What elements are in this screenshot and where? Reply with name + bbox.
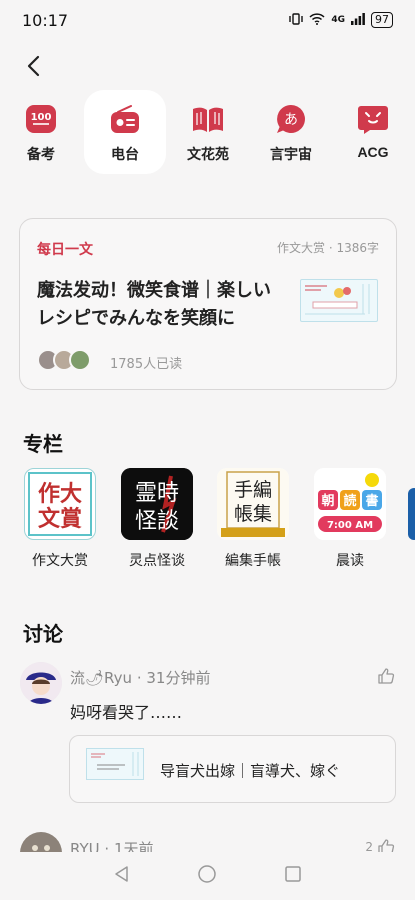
article-meta: 作文大赏 · 1386字	[277, 241, 379, 255]
status-bar: 10:17 4G 97	[0, 0, 415, 40]
column-cover: 作大 文賞	[24, 468, 96, 540]
linked-article-title: 导盲犬出嫁｜盲導犬、嫁ぐ	[160, 762, 341, 780]
column-item[interactable]: 作大 文賞 作文大赏	[15, 468, 105, 570]
linked-article-thumbnail	[86, 748, 144, 780]
svg-text:100: 100	[31, 112, 52, 123]
comment-time: 31分钟前	[146, 669, 211, 687]
nav-home-icon[interactable]	[197, 864, 217, 888]
svg-text:作大: 作大	[38, 481, 82, 507]
category-label: 电台	[111, 146, 139, 162]
status-icons: 4G 97	[289, 12, 393, 28]
column-label: 灵点怪谈	[129, 553, 185, 569]
svg-text:怪談: 怪談	[135, 509, 179, 534]
nav-back-icon[interactable]	[113, 865, 131, 887]
svg-text:霊時: 霊時	[135, 481, 179, 506]
thumbs-up-icon	[378, 668, 395, 684]
article-title: 魔法发动！微笑食谱｜楽しいレシピでみんなを笑顔に	[37, 280, 271, 329]
avatar	[69, 349, 91, 371]
linked-article-card[interactable]: 导盲犬出嫁｜盲導犬、嫁ぐ	[69, 735, 396, 803]
like-button[interactable]	[377, 667, 395, 685]
column-item[interactable]: 朝読書 7:00 AM 晨读	[305, 468, 395, 570]
category-beikao[interactable]: 100 备考	[0, 90, 82, 174]
column-cover: 手編 帳集	[217, 468, 289, 540]
column-cover: 霊時 怪談	[121, 468, 193, 540]
svg-text:文賞: 文賞	[38, 506, 82, 532]
avatar[interactable]	[20, 662, 62, 704]
category-label: 备考	[27, 146, 55, 162]
columns-section-title: 专栏	[23, 432, 63, 456]
svg-text:あ: あ	[284, 112, 298, 128]
daily-tag: 每日一文	[37, 242, 93, 258]
comment-author-line: 流🌶Ryu · 31分钟前	[70, 669, 211, 687]
radio-icon	[108, 102, 142, 136]
reader-avatars	[37, 349, 91, 371]
chevron-left-icon	[27, 55, 40, 77]
column-item[interactable]: 霊時 怪談 灵点怪谈	[112, 468, 202, 570]
network-label: 4G	[331, 15, 345, 25]
columns-row: 作大 文賞 作文大赏 霊時怪談 灵点怪谈 手編 帳集 編集手帳 朝読書 7:00 AM…	[0, 468, 415, 578]
category-label: 文花苑	[187, 146, 229, 162]
battery-indicator: 97	[371, 12, 393, 28]
svg-text:帳集: 帳集	[234, 503, 272, 525]
category-diantai[interactable]: 电台	[84, 90, 166, 174]
category-row: 100 备考 电台 文花苑 あ 言宇宙 ACG	[0, 90, 415, 174]
daily-article-card[interactable]: 每日一文 作文大赏 · 1386字 魔法发动！微笑食谱｜楽しいレシピでみんなを笑…	[19, 218, 397, 390]
svg-text:書: 書	[365, 493, 378, 509]
category-acg[interactable]: ACG	[332, 90, 414, 174]
column-cover: 朝読書 7:00 AM	[314, 468, 386, 540]
column-label: 晨读	[336, 553, 364, 569]
comment-text: 妈呀看哭了……	[70, 703, 183, 722]
reader-count: 1785人已读	[110, 357, 183, 372]
vibrate-icon	[289, 12, 304, 28]
column-label: 作文大赏	[32, 553, 88, 569]
signal-icon	[351, 12, 365, 28]
column-item[interactable]: 手編 帳集 編集手帳	[208, 468, 298, 570]
category-label: 言宇宙	[270, 146, 312, 162]
score-100-icon: 100	[24, 102, 58, 136]
article-thumbnail	[300, 279, 378, 322]
category-label: ACG	[357, 144, 389, 160]
comment-author[interactable]: 流🌶Ryu	[70, 669, 132, 687]
svg-text:朝: 朝	[321, 493, 334, 509]
system-nav-bar	[0, 852, 415, 900]
column-cover-partial[interactable]	[408, 488, 415, 540]
open-book-icon	[191, 102, 225, 136]
clock: 10:17	[22, 10, 69, 30]
back-button[interactable]	[18, 50, 48, 82]
category-wenhuayuan[interactable]: 文花苑	[167, 90, 249, 174]
cat-face-icon	[356, 102, 390, 136]
svg-text:読: 読	[343, 493, 356, 509]
svg-text:手編: 手編	[234, 479, 272, 501]
discussion-section-title: 讨论	[23, 622, 63, 646]
hiragana-a-bubble-icon: あ	[274, 102, 308, 136]
wifi-icon	[309, 12, 325, 28]
svg-text:7:00 AM: 7:00 AM	[327, 520, 373, 531]
nav-recents-icon[interactable]	[284, 865, 302, 887]
column-label: 編集手帳	[225, 553, 281, 569]
category-yanyuzhou[interactable]: あ 言宇宙	[250, 90, 332, 174]
